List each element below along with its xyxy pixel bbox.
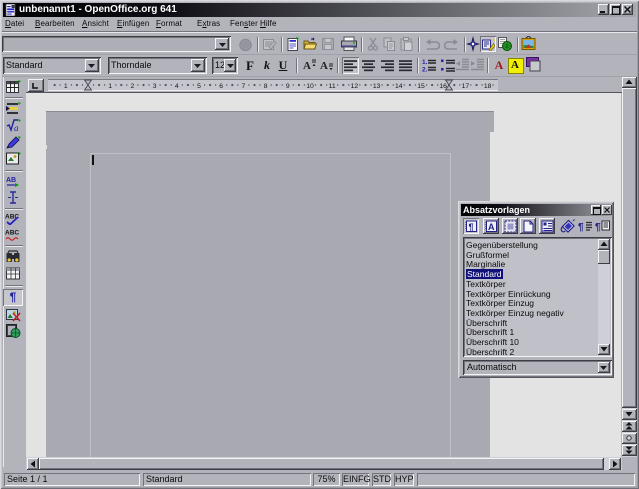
svg-text:15: 15 — [417, 83, 425, 90]
svg-text:13: 13 — [373, 83, 381, 90]
svg-text:a: a — [14, 123, 19, 132]
svg-text:¶: ¶ — [578, 222, 584, 233]
svg-text:12: 12 — [351, 83, 359, 90]
svg-text:18: 18 — [484, 83, 492, 90]
svg-text:A: A — [488, 222, 495, 232]
svg-text:1: 1 — [108, 83, 112, 90]
svg-text:ABC: ABC — [5, 230, 19, 237]
svg-text:¶: ¶ — [469, 222, 474, 232]
svg-text:2: 2 — [131, 83, 135, 90]
svg-text:5: 5 — [197, 83, 201, 90]
svg-text:A: A — [303, 60, 311, 72]
svg-text:3: 3 — [153, 83, 157, 90]
svg-text:A: A — [320, 60, 328, 72]
svg-text:¶: ¶ — [595, 222, 601, 233]
svg-text:9: 9 — [286, 83, 290, 90]
svg-text:10: 10 — [306, 83, 314, 90]
svg-text:7: 7 — [242, 83, 246, 90]
svg-text:17: 17 — [462, 83, 470, 90]
svg-text:1.: 1. — [422, 59, 428, 66]
svg-text:2.: 2. — [422, 67, 428, 73]
svg-text:6: 6 — [219, 83, 223, 90]
svg-text:AB: AB — [6, 177, 16, 184]
svg-text:8: 8 — [264, 83, 268, 90]
svg-text:1: 1 — [64, 83, 68, 90]
svg-text:14: 14 — [395, 83, 403, 90]
svg-text:4: 4 — [175, 83, 179, 90]
svg-text:11: 11 — [329, 83, 336, 90]
